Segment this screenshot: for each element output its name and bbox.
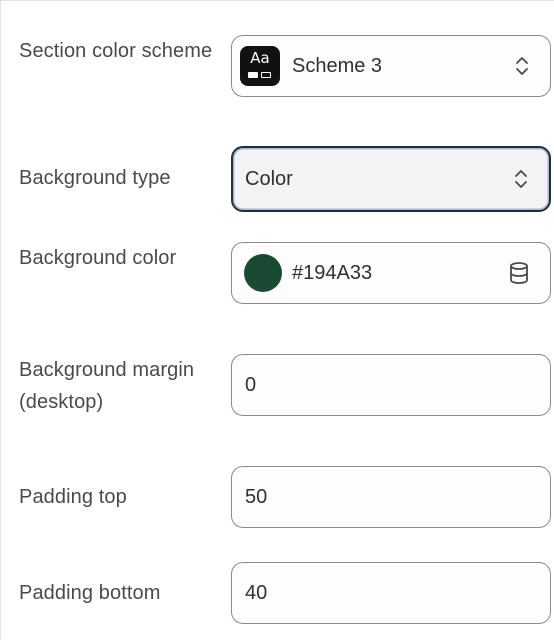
section-settings-panel: Section color scheme Aa Scheme 3 Backgro… [0, 0, 554, 640]
background-type-label: Background type [19, 167, 171, 189]
padding-bottom-input[interactable]: 40 [231, 562, 551, 624]
color-swatch[interactable] [244, 254, 282, 292]
color-scheme-badge-text: Aa [250, 49, 270, 67]
padding-top-input[interactable]: 50 [231, 466, 551, 528]
background-color-value: #194A33 [292, 261, 373, 284]
color-scheme-select[interactable]: Aa Scheme 3 [231, 35, 551, 97]
color-scheme-preview-icon: Aa [240, 46, 280, 86]
setting-row-background-type: Background type Color [19, 146, 553, 212]
background-margin-input[interactable]: 0 [231, 354, 551, 416]
background-color-label: Background color [19, 247, 177, 269]
color-scheme-label: Section color scheme [19, 40, 213, 62]
background-type-select[interactable]: Color [231, 146, 551, 212]
chevron-updown-icon [513, 166, 529, 192]
chevron-updown-icon [514, 53, 530, 79]
padding-bottom-label: Padding bottom [19, 582, 161, 604]
color-scheme-value: Scheme 3 [292, 54, 383, 77]
setting-row-padding-top: Padding top 50 [19, 466, 553, 530]
background-margin-label: Background margin (desktop) [19, 359, 195, 413]
padding-bottom-value: 40 [245, 581, 268, 604]
background-color-field[interactable]: #194A33 [231, 242, 551, 304]
padding-top-value: 50 [245, 485, 268, 508]
background-type-value: Color [245, 167, 293, 190]
background-margin-value: 0 [245, 373, 257, 396]
setting-row-color-scheme: Section color scheme Aa Scheme 3 [19, 35, 553, 99]
database-icon[interactable] [508, 261, 530, 285]
padding-top-label: Padding top [19, 486, 127, 508]
setting-row-padding-bottom: Padding bottom 40 [19, 562, 553, 626]
setting-row-background-color: Background color #194A33 [19, 242, 553, 306]
setting-row-background-margin: Background margin (desktop) 0 [19, 354, 553, 418]
